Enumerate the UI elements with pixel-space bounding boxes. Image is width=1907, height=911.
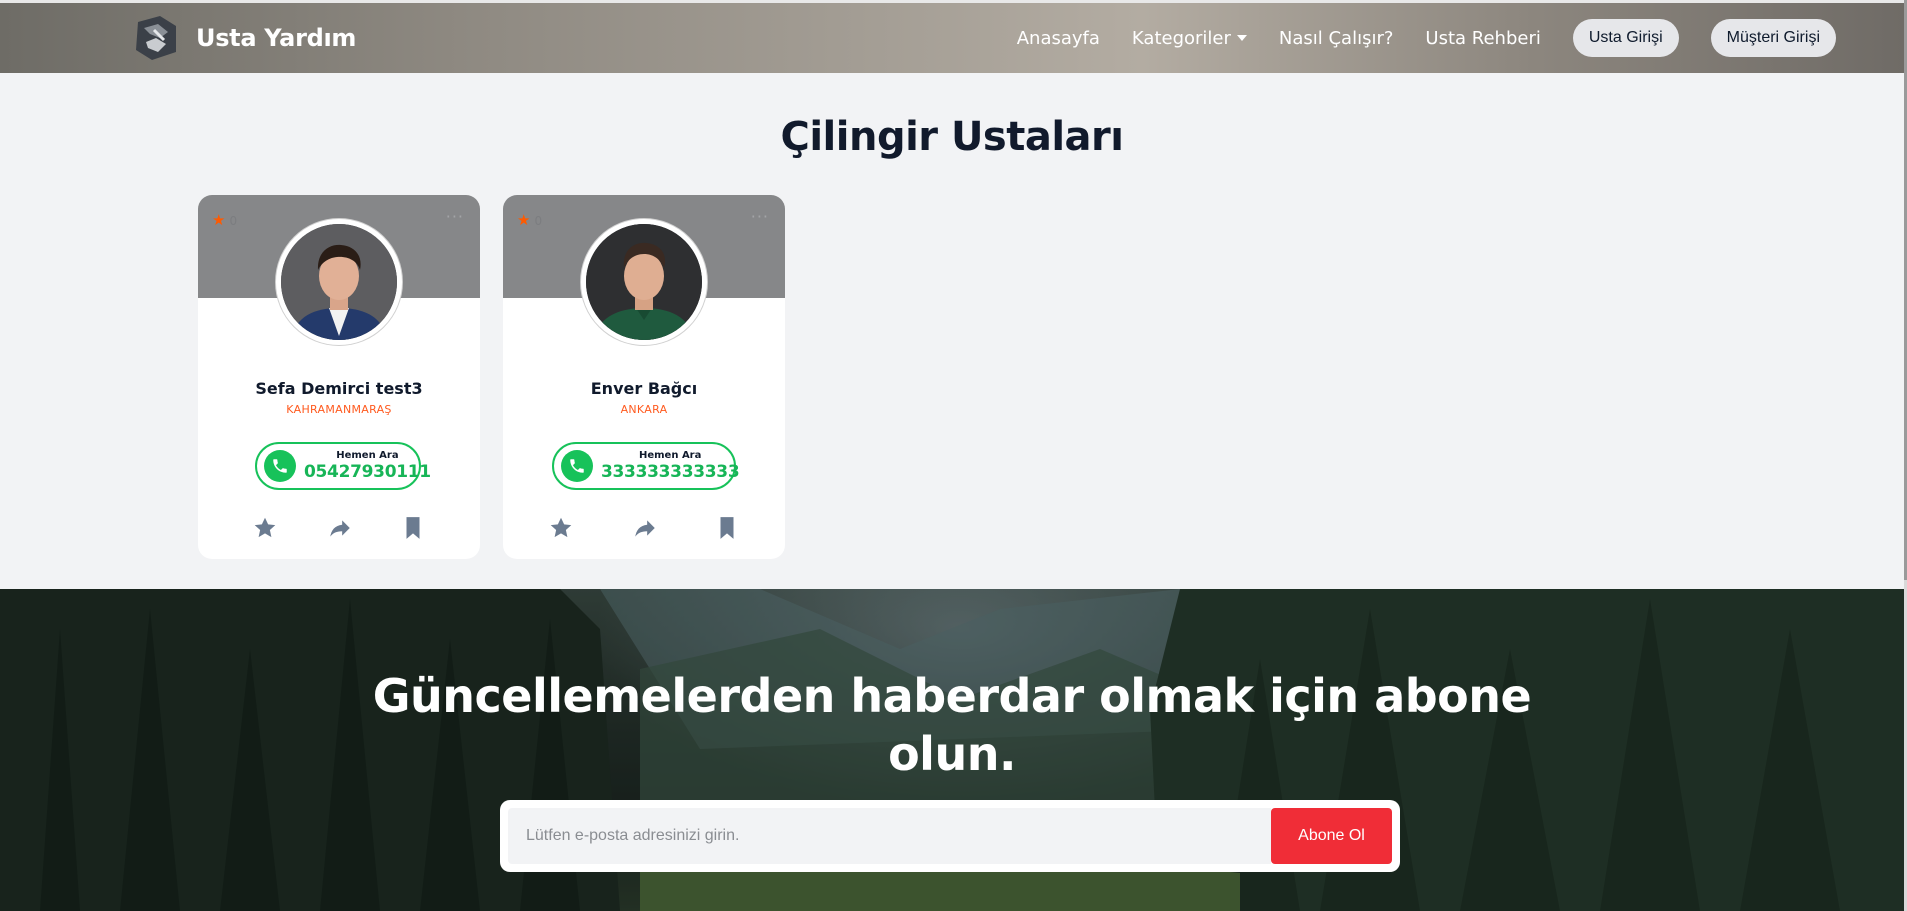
bookmark-icon[interactable] (714, 515, 740, 541)
master-name: Sefa Demirci test3 (255, 379, 423, 398)
nav-link-kategoriler-label: Kategoriler (1131, 27, 1231, 49)
avatar (581, 219, 707, 345)
person-photo (281, 224, 397, 340)
phone-number: 333333333333 (601, 462, 740, 482)
brand-logo-icon (136, 16, 176, 60)
usta-login-button[interactable]: Usta Girişi (1572, 19, 1679, 57)
caret-down-icon (1236, 34, 1247, 41)
rating-value: 0 (229, 213, 238, 228)
master-city: ANKARA (620, 403, 668, 416)
subscribe-form: Abone Ol (500, 800, 1400, 872)
brand-name: Usta Yardım (196, 24, 357, 52)
rating-value: 0 (534, 213, 543, 228)
share-icon[interactable] (632, 515, 658, 541)
card-actions (198, 515, 480, 541)
subscribe-title: Güncellemelerden haberdar olmak için abo… (372, 669, 1532, 781)
star-icon[interactable] (548, 515, 574, 541)
master-card: ★ 0 ··· Sefa Demirci test3 KAHRAMANMARAŞ… (198, 195, 480, 559)
brand[interactable]: Usta Yardım (130, 12, 356, 64)
nav-links: Anasayfa Kategoriler Nasıl Çalışır? Usta… (985, 3, 1836, 73)
nav-link-kategoriler[interactable]: Kategoriler (1132, 28, 1247, 49)
ellipsis-icon[interactable]: ··· (446, 207, 464, 226)
bookmark-icon[interactable] (400, 515, 426, 541)
nav-link-anasayfa[interactable]: Anasayfa (1017, 28, 1100, 49)
nav-link-usta-rehberi[interactable]: Usta Rehberi (1425, 28, 1540, 49)
phone-icon (264, 450, 296, 482)
star-icon: ★ (212, 211, 226, 229)
ellipsis-icon[interactable]: ··· (751, 207, 769, 226)
top-navbar: Usta Yardım Anasayfa Kategoriler Nasıl Ç… (0, 0, 1907, 73)
subscribe-section: Güncellemelerden haberdar olmak için abo… (0, 589, 1904, 911)
call-button[interactable]: Hemen Ara 333333333333 (552, 442, 740, 490)
subscribe-button[interactable]: Abone Ol (1271, 808, 1392, 864)
master-city: KAHRAMANMARAŞ (286, 403, 392, 416)
card-rating: ★ 0 (517, 213, 542, 228)
avatar (276, 219, 402, 345)
card-rating: ★ 0 (212, 213, 237, 228)
star-icon: ★ (517, 211, 531, 229)
star-icon[interactable] (252, 515, 278, 541)
musteri-login-button[interactable]: Müşteri Girişi (1710, 19, 1836, 57)
card-actions (503, 515, 785, 541)
page-title: Çilingir Ustaları (780, 114, 1124, 160)
call-button[interactable]: Hemen Ara 05427930111 (255, 442, 431, 490)
master-card: ★ 0 ··· Enver Bağcı ANKARA Hemen Ara 333… (503, 195, 785, 559)
call-label: Hemen Ara (638, 450, 702, 461)
nav-link-nasil-calisir[interactable]: Nasıl Çalışır? (1279, 28, 1394, 49)
share-icon[interactable] (327, 515, 353, 541)
phone-number: 05427930111 (304, 462, 431, 482)
phone-icon (561, 450, 593, 482)
email-input[interactable] (508, 808, 1271, 864)
master-name: Enver Bağcı (590, 379, 698, 398)
person-photo (586, 224, 702, 340)
call-label: Hemen Ara (336, 450, 399, 461)
